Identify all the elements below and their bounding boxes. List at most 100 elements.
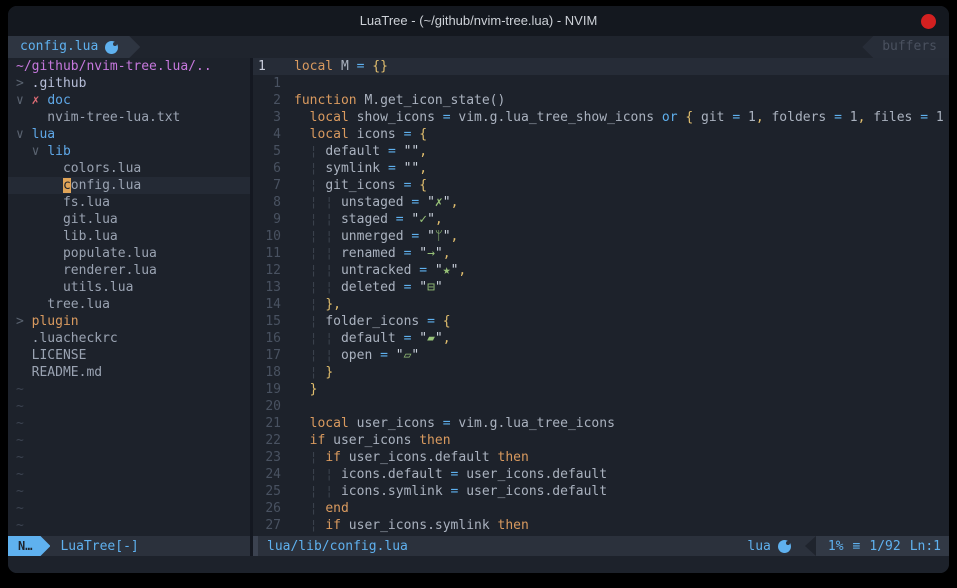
tree-empty-row: ~ xyxy=(8,517,250,534)
string-glyph: ✗ xyxy=(435,195,443,210)
token: symlink xyxy=(325,161,388,176)
code-line[interactable]: 10 ¦ ¦ unmerged = "ᛘ", xyxy=(253,228,949,245)
scroll-percent: 1% xyxy=(828,539,844,554)
token: " xyxy=(435,263,443,278)
tree-row[interactable]: tree.lua xyxy=(8,296,250,313)
tree-row[interactable]: ∨ ✗ doc xyxy=(8,92,250,109)
code-line[interactable]: 1local M = {} xyxy=(253,58,949,75)
code-line[interactable]: 3 local show_icons = vim.g.lua_tree_show… xyxy=(253,109,949,126)
token: } xyxy=(325,365,333,380)
token: " xyxy=(435,246,443,261)
buffers-label: buffers xyxy=(862,36,949,58)
editor-window[interactable]: 1local M = {}12function M.get_icon_state… xyxy=(253,58,949,536)
code-line[interactable]: 22 if user_icons then xyxy=(253,432,949,449)
token: files xyxy=(873,110,920,125)
token: = xyxy=(380,348,396,363)
code-text: ¦ ¦ staged = "✓", xyxy=(294,211,443,228)
token: staged xyxy=(341,212,396,227)
line-number: 3 xyxy=(253,109,281,126)
tree-row[interactable]: git.lua xyxy=(8,211,250,228)
token: " xyxy=(435,280,443,295)
token xyxy=(16,144,32,159)
tree-row[interactable]: ∨ lib xyxy=(8,143,250,160)
code-text: local user_icons = vim.g.lua_tree_icons xyxy=(294,415,615,432)
code-line[interactable]: 6 ¦ symlink = "", xyxy=(253,160,949,177)
tree-row[interactable]: README.md xyxy=(8,364,250,381)
code-line[interactable]: 4 local icons = { xyxy=(253,126,949,143)
code-text: ¦ }, xyxy=(294,296,341,313)
code-line[interactable]: 20 xyxy=(253,398,949,415)
tree-row[interactable]: utils.lua xyxy=(8,279,250,296)
tree-row[interactable]: renderer.lua xyxy=(8,262,250,279)
code-line[interactable]: 19 } xyxy=(253,381,949,398)
code-line[interactable]: 24 ¦ ¦ icons.default = user_icons.defaul… xyxy=(253,466,949,483)
token: " xyxy=(419,331,427,346)
code-line[interactable]: 23 ¦ if user_icons.default then xyxy=(253,449,949,466)
close-icon[interactable] xyxy=(921,14,936,29)
token: user_icons xyxy=(357,416,443,431)
code-line[interactable]: 2function M.get_icon_state() xyxy=(253,92,949,109)
tree-row[interactable]: colors.lua xyxy=(8,160,250,177)
token: lua xyxy=(32,127,55,142)
code-line[interactable]: 12 ¦ ¦ untracked = "★", xyxy=(253,262,949,279)
code-line[interactable]: 7 ¦ git_icons = { xyxy=(253,177,949,194)
code-text: ¦ git_icons = { xyxy=(294,177,427,194)
token: lib.lua xyxy=(16,229,118,244)
code-line[interactable]: 13 ¦ ¦ deleted = "⊟" xyxy=(253,279,949,296)
token: , xyxy=(419,144,427,159)
token: , xyxy=(756,110,772,125)
tree-row[interactable]: > plugin xyxy=(8,313,250,330)
token: "" xyxy=(404,144,420,159)
file-tree[interactable]: ~/github/nvim-tree.lua/..> .github∨ ✗ do… xyxy=(8,58,250,536)
token: ¦ xyxy=(294,314,325,329)
tree-row[interactable]: LICENSE xyxy=(8,347,250,364)
statusline-filetype: lua xyxy=(747,539,790,554)
code-line[interactable]: 15 ¦ folder_icons = { xyxy=(253,313,949,330)
token: local xyxy=(310,416,357,431)
tab-config-lua[interactable]: config.lua xyxy=(8,36,140,58)
line-number: 1 xyxy=(253,58,281,75)
code-line[interactable]: 26 ¦ end xyxy=(253,500,949,517)
code-line[interactable]: 18 ¦ } xyxy=(253,364,949,381)
line-number: 14 xyxy=(253,296,281,313)
code-line[interactable]: 14 ¦ }, xyxy=(253,296,949,313)
code-line[interactable]: 9 ¦ ¦ staged = "✓", xyxy=(253,211,949,228)
token: .github xyxy=(32,76,87,91)
git-dirty-icon: ✗ xyxy=(32,93,48,108)
code-line[interactable]: 5 ¦ default = "", xyxy=(253,143,949,160)
token: = xyxy=(451,467,467,482)
code-text: ¦ ¦ icons.symlink = user_icons.default xyxy=(294,483,607,500)
code-text: ¦ if user_icons.default then xyxy=(294,449,529,466)
command-line[interactable] xyxy=(8,556,949,573)
tree-row[interactable]: nvim-tree-lua.txt xyxy=(8,109,250,126)
token: " xyxy=(435,331,443,346)
token: = xyxy=(396,212,412,227)
tree-row[interactable]: fs.lua xyxy=(8,194,250,211)
code-line[interactable]: 16 ¦ ¦ default = "▰", xyxy=(253,330,949,347)
line-number: 18 xyxy=(253,364,281,381)
code-line[interactable]: 25 ¦ ¦ icons.symlink = user_icons.defaul… xyxy=(253,483,949,500)
token: ¦ ¦ xyxy=(294,484,341,499)
tilde: ~ xyxy=(16,416,24,431)
token: {} xyxy=(372,59,388,74)
string-glyph: ⊟ xyxy=(427,280,435,295)
code-line[interactable]: 17 ¦ ¦ open = "▱" xyxy=(253,347,949,364)
code-line[interactable]: 11 ¦ ¦ renamed = "→", xyxy=(253,245,949,262)
tree-row[interactable]: > .github xyxy=(8,75,250,92)
code-line[interactable]: 1 xyxy=(253,75,949,92)
tree-row[interactable]: lib.lua xyxy=(8,228,250,245)
token: README.md xyxy=(16,365,102,380)
token: " xyxy=(427,229,435,244)
code-line[interactable]: 21 local user_icons = vim.g.lua_tree_ico… xyxy=(253,415,949,432)
code-text: ¦ ¦ untracked = "★", xyxy=(294,262,466,279)
tree-row[interactable]: .luacheckrc xyxy=(8,330,250,347)
tree-row[interactable]: populate.lua xyxy=(8,245,250,262)
tree-row[interactable]: ∨ lua xyxy=(8,126,250,143)
tree-row[interactable]: config.lua xyxy=(8,177,250,194)
code-line[interactable]: 8 ¦ ¦ unstaged = "✗", xyxy=(253,194,949,211)
tree-row[interactable]: ~/github/nvim-tree.lua/.. xyxy=(8,58,250,75)
code-line[interactable]: 27 ¦ if user_icons.symlink then xyxy=(253,517,949,534)
token: tree.lua xyxy=(16,297,110,312)
main-statusline: lua/lib/config.lua lua 1% ≡ 1/92 Ln:1 xyxy=(253,536,949,556)
line-number: 19 xyxy=(253,381,281,398)
